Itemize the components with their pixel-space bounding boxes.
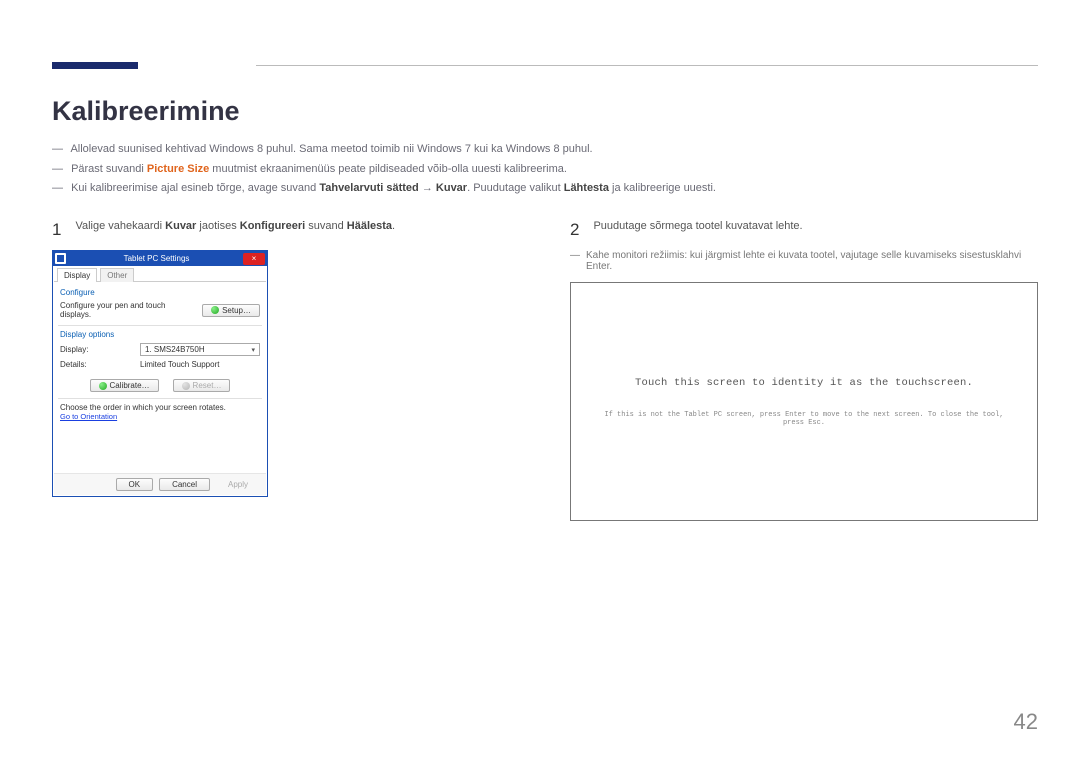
setup-button[interactable]: Setup…	[202, 304, 260, 317]
note-3-arrow: →	[419, 182, 436, 194]
tab-display[interactable]: Display	[57, 268, 97, 282]
note-1: Allolevad suunised kehtivad Windows 8 pu…	[70, 143, 592, 155]
window-title: Tablet PC Settings	[70, 254, 243, 263]
dash-icon: ―	[52, 160, 68, 179]
s1-post: .	[392, 220, 395, 232]
configure-text: Configure your pen and touch displays.	[60, 301, 170, 319]
calibrate-button[interactable]: Calibrate…	[90, 379, 159, 392]
calibrate-button-label: Calibrate…	[110, 381, 150, 390]
window-app-icon	[55, 253, 66, 264]
step-1-text: Valige vahekaardi Kuvar jaotises Konfigu…	[75, 220, 395, 240]
note-3-b3: Lähtesta	[564, 182, 609, 194]
rotate-text: Choose the order in which your screen ro…	[60, 403, 260, 412]
step-2-column: 2 Puudutage sõrmega tootel kuvatavat leh…	[570, 220, 1038, 521]
display-dropdown[interactable]: 1. SMS24B750H ▾	[140, 343, 260, 356]
touchscreen-identify-panel[interactable]: Touch this screen to identity it as the …	[570, 282, 1038, 521]
touch-main-text: Touch this screen to identity it as the …	[635, 377, 973, 389]
note-2-pre: Pärast suvandi	[71, 163, 147, 175]
orientation-link[interactable]: Go to Orientation	[60, 412, 117, 421]
display-label: Display:	[60, 345, 88, 354]
step-2-sub: Kahe monitori režiimis: kui järgmist leh…	[586, 250, 1038, 272]
reset-button-label: Reset…	[193, 381, 222, 390]
note-2-bold: Picture Size	[147, 163, 209, 175]
note-3-b2: Kuvar	[436, 182, 467, 194]
touch-sub-text: If this is not the Tablet PC screen, pre…	[571, 411, 1037, 427]
step-1-column: 1 Valige vahekaardi Kuvar jaotises Konfi…	[52, 220, 520, 521]
details-label: Details:	[60, 360, 87, 369]
s1-pre: Valige vahekaardi	[75, 220, 165, 232]
cancel-button[interactable]: Cancel	[159, 478, 210, 491]
display-dropdown-value: 1. SMS24B750H	[145, 345, 205, 354]
step-2-number: 2	[570, 220, 579, 240]
shield-icon	[99, 382, 107, 390]
notes-block: ― Allolevad suunised kehtivad Windows 8 …	[52, 140, 1038, 199]
header-rule	[256, 65, 1038, 66]
step-1-number: 1	[52, 220, 61, 240]
header-accent	[52, 62, 138, 69]
note-3-b1: Tahvelarvuti sätted	[319, 182, 418, 194]
window-titlebar[interactable]: Tablet PC Settings ×	[53, 251, 267, 266]
dash-icon: ―	[52, 140, 68, 159]
step-2-text: Puudutage sõrmega tootel kuvatavat lehte…	[593, 220, 802, 240]
note-2-post: muutmist ekraanimenüüs peate pildiseaded…	[209, 163, 567, 175]
reset-button[interactable]: Reset…	[173, 379, 231, 392]
note-3-mid: . Puudutage valikut	[467, 182, 564, 194]
configure-group-label: Configure	[60, 288, 260, 297]
chevron-down-icon: ▾	[251, 346, 255, 354]
note-3-pre: Kui kalibreerimise ajal esineb tõrge, av…	[71, 182, 319, 194]
s1-mid2: suvand	[305, 220, 347, 232]
apply-button[interactable]: Apply	[216, 478, 260, 491]
dash-icon: ―	[52, 179, 68, 198]
ok-button[interactable]: OK	[116, 478, 154, 491]
shield-icon	[211, 306, 219, 314]
s1-b3: Häälesta	[347, 220, 392, 232]
s1-b2: Konfigureeri	[240, 220, 305, 232]
s1-mid: jaotises	[196, 220, 239, 232]
page-number: 42	[1014, 709, 1038, 735]
display-options-label: Display options	[60, 330, 260, 339]
dash-icon: ―	[570, 250, 586, 272]
note-3-post: ja kalibreerige uuesti.	[609, 182, 716, 194]
tab-other[interactable]: Other	[100, 268, 134, 282]
s1-b1: Kuvar	[165, 220, 196, 232]
shield-icon	[182, 382, 190, 390]
close-button[interactable]: ×	[243, 253, 265, 265]
details-value: Limited Touch Support	[140, 360, 260, 369]
tablet-pc-settings-window: Tablet PC Settings × Display Other Confi…	[52, 250, 268, 497]
page-title: Kalibreerimine	[52, 96, 240, 127]
setup-button-label: Setup…	[222, 306, 251, 315]
